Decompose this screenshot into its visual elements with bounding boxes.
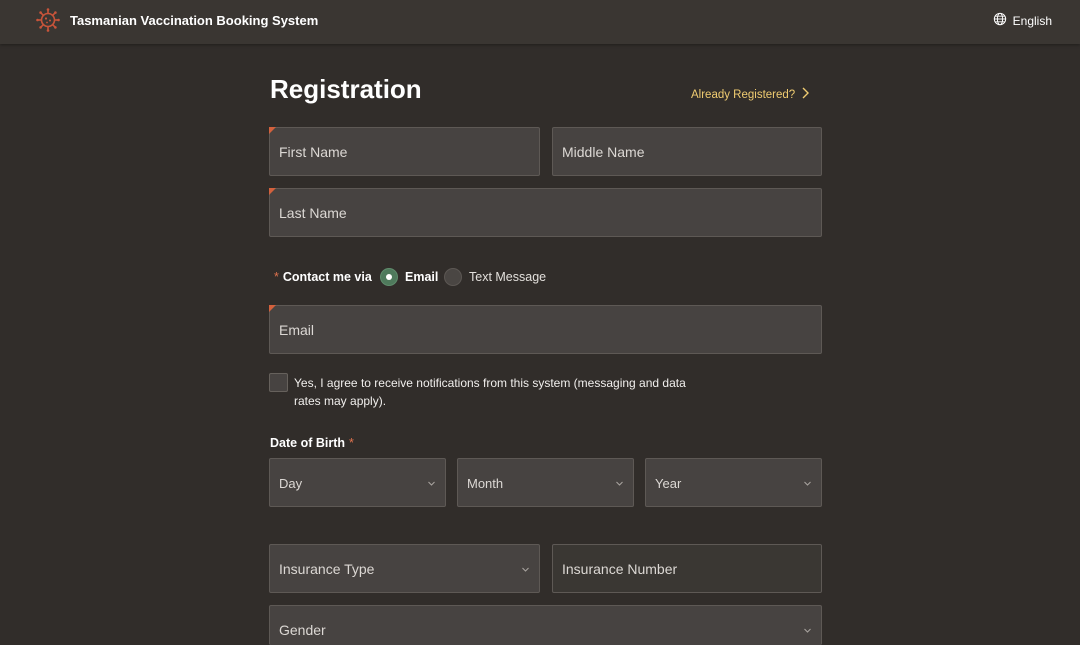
required-indicator — [269, 305, 276, 312]
dob-month-value: Month — [467, 476, 504, 491]
page-title: Registration — [270, 74, 422, 104]
chevron-down-icon — [804, 481, 811, 486]
already-registered-label: Already Registered? — [691, 88, 796, 101]
chevron-right-icon — [801, 87, 810, 102]
contact-method-label: * Contact me via — [274, 270, 372, 284]
chevron-down-icon — [804, 628, 811, 633]
middle-name-placeholder: Middle Name — [562, 144, 645, 160]
radio-text-message[interactable] — [444, 268, 462, 286]
chevron-down-icon — [428, 481, 435, 486]
middle-name-field[interactable]: Middle Name — [552, 127, 822, 176]
insurance-type-select[interactable]: Insurance Type — [269, 544, 540, 593]
dob-month-select[interactable]: Month — [457, 458, 634, 507]
dob-label: Date of Birth * — [270, 436, 354, 450]
already-registered-link[interactable]: Already Registered? — [691, 87, 810, 102]
insurance-number-field[interactable]: Insurance Number — [552, 544, 822, 593]
insurance-type-value: Insurance Type — [279, 561, 375, 577]
top-bar: Tasmanian Vaccination Booking System Eng… — [0, 0, 1080, 44]
first-name-field[interactable]: First Name — [269, 127, 540, 176]
consent-checkbox[interactable] — [269, 373, 288, 392]
required-indicator — [269, 188, 276, 195]
required-star: * — [274, 270, 279, 284]
dob-year-select[interactable]: Year — [645, 458, 822, 507]
email-placeholder: Email — [279, 322, 315, 338]
language-selector[interactable]: English — [993, 12, 1052, 29]
email-field[interactable]: Email — [269, 305, 822, 354]
dob-label-text: Date of Birth — [270, 436, 345, 450]
dob-day-select[interactable]: Day — [269, 458, 446, 507]
app-title: Tasmanian Vaccination Booking System — [70, 13, 319, 28]
radio-text-message-label[interactable]: Text Message — [469, 270, 546, 284]
gender-value: Gender — [279, 622, 326, 638]
dob-year-value: Year — [655, 476, 682, 491]
consent-label[interactable]: Yes, I agree to receive notifications fr… — [294, 374, 714, 410]
radio-email[interactable] — [380, 268, 398, 286]
required-indicator — [269, 127, 276, 134]
chevron-down-icon — [616, 481, 623, 486]
chevron-down-icon — [522, 567, 529, 572]
first-name-placeholder: First Name — [279, 144, 348, 160]
globe-icon — [993, 12, 1007, 29]
virus-icon[interactable] — [36, 8, 60, 32]
contact-method-text: Contact me via — [282, 270, 372, 284]
language-label: English — [1012, 13, 1052, 28]
gender-select[interactable]: Gender — [269, 605, 822, 645]
last-name-placeholder: Last Name — [279, 205, 347, 221]
last-name-field[interactable]: Last Name — [269, 188, 822, 237]
required-star: * — [349, 436, 354, 450]
dob-day-value: Day — [279, 476, 303, 491]
insurance-number-placeholder: Insurance Number — [562, 561, 678, 577]
radio-email-label[interactable]: Email — [405, 270, 438, 284]
